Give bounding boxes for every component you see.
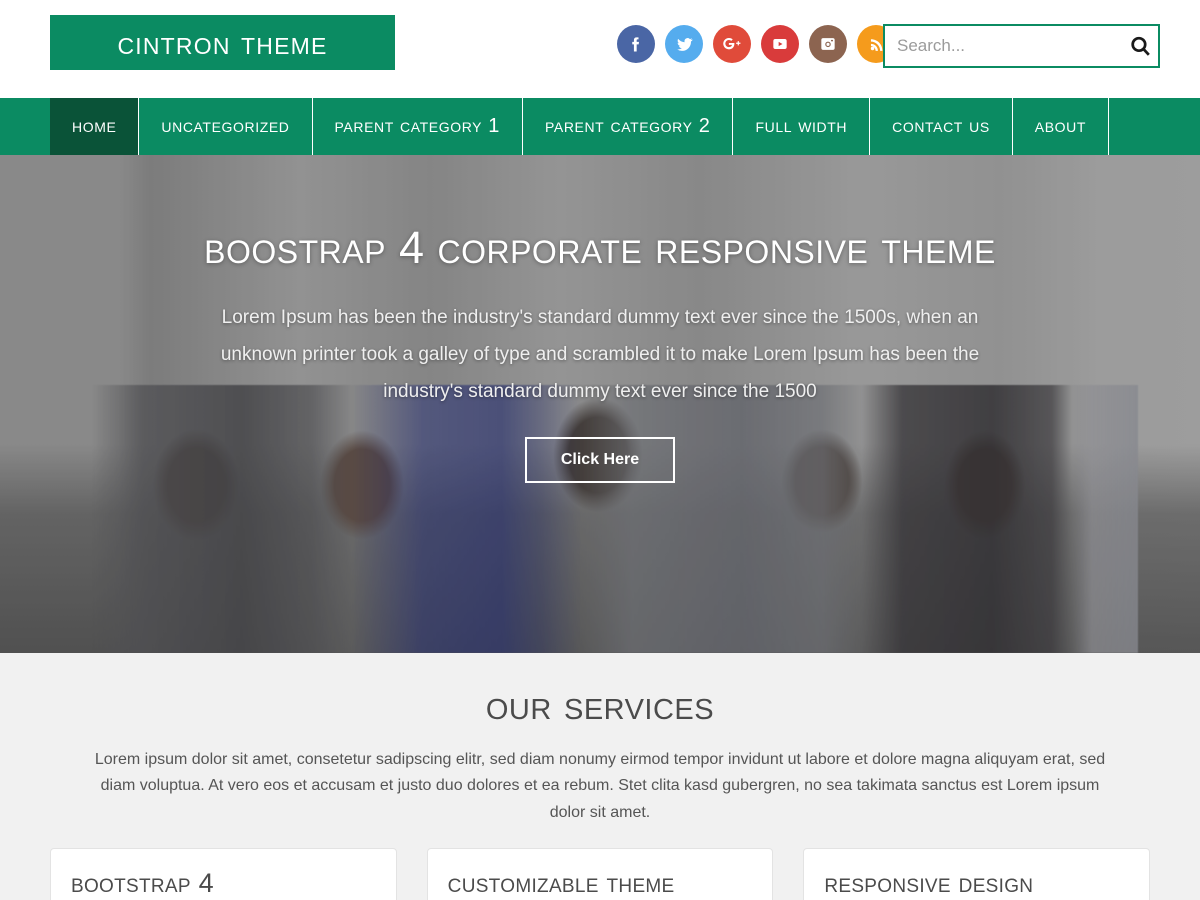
search-input[interactable] [885, 26, 1128, 66]
social-links [617, 25, 895, 63]
services-description: Lorem ipsum dolor sit amet, consetetur s… [94, 751, 1106, 821]
site-logo-text: Cintron Theme [117, 24, 328, 61]
site-header: Cintron Theme [0, 0, 1200, 98]
youtube-icon[interactable] [761, 25, 799, 63]
hero-content: Boostrap 4 Corporate Responsive Theme Lo… [0, 155, 1200, 483]
nav-item-parent-category-1[interactable]: Parent Category 1 [313, 98, 523, 155]
services-section: Our Services Lorem ipsum dolor sit amet,… [0, 653, 1200, 900]
twitter-icon[interactable] [665, 25, 703, 63]
search-icon [1131, 36, 1150, 56]
site-logo[interactable]: Cintron Theme [50, 15, 395, 70]
hero-cta-button[interactable]: Click Here [525, 436, 675, 483]
nav-item-uncategorized[interactable]: Uncategorized [139, 98, 313, 155]
service-card[interactable]: Bootstrap 4 With supporting text below a… [50, 848, 397, 900]
service-card[interactable]: Customizable Theme With supporting text … [426, 848, 774, 900]
service-cards: Bootstrap 4 With supporting text below a… [50, 848, 1151, 900]
hero-banner: Boostrap 4 Corporate Responsive Theme Lo… [0, 155, 1200, 653]
instagram-icon[interactable] [809, 25, 847, 63]
services-title: Our Services [485, 681, 715, 728]
service-card[interactable]: Responsive Design With supporting text b… [803, 848, 1151, 900]
hero-subtitle: Lorem Ipsum has been the industry's stan… [220, 306, 980, 402]
nav-filler [1109, 98, 1200, 155]
nav-item-home[interactable]: Home [50, 98, 140, 155]
service-card-title: Responsive Design [824, 868, 1034, 899]
nav-item-contact-us[interactable]: Contact Us [870, 98, 1013, 155]
googleplus-icon[interactable] [713, 25, 751, 63]
nav-item-full-width[interactable]: Full Width [733, 98, 871, 155]
nav-item-parent-category-2[interactable]: Parent Category 2 [523, 98, 734, 155]
main-navigation: Home Uncategorized Parent Category 1 Par… [0, 98, 1200, 155]
facebook-icon[interactable] [617, 25, 655, 63]
nav-item-about[interactable]: About [1013, 98, 1109, 155]
service-card-title: Bootstrap 4 [71, 868, 214, 899]
search-box[interactable] [883, 24, 1160, 68]
service-card-title: Customizable Theme [447, 868, 675, 899]
hero-title: Boostrap 4 Corporate Responsive Theme [204, 222, 996, 273]
search-button[interactable] [1128, 26, 1159, 66]
